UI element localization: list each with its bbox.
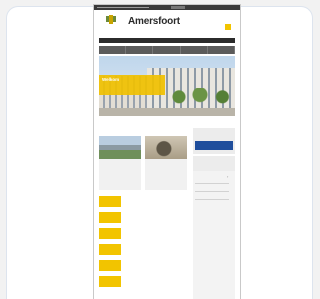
event-date (99, 196, 121, 207)
topbar-text (97, 7, 149, 8)
sidebar-promo-box (193, 128, 235, 154)
nav-item-4[interactable] (181, 46, 208, 54)
news-card[interactable] (145, 136, 187, 190)
sub-navigation-bar[interactable] (99, 38, 235, 43)
site-title: Amersfoort (128, 16, 180, 27)
nav-item-5[interactable] (208, 46, 236, 54)
event-date (99, 260, 121, 271)
nav-item-3[interactable] (153, 46, 181, 54)
news-image (99, 136, 141, 159)
event-item[interactable] (99, 228, 187, 240)
event-date (99, 276, 121, 287)
arrow-icon[interactable]: › (227, 175, 231, 179)
hero-title: Welkom (102, 77, 120, 82)
hero-ground (99, 108, 235, 116)
top-utility-bar (94, 5, 240, 10)
hero-caption-box[interactable]: Welkom (99, 75, 165, 95)
header-utility-text[interactable] (212, 18, 230, 22)
main-navigation (99, 46, 236, 54)
hero-trees (165, 88, 235, 110)
event-item[interactable] (99, 244, 187, 256)
nav-item-1[interactable] (99, 46, 127, 54)
news-text (147, 169, 185, 187)
event-item[interactable] (99, 212, 187, 224)
news-title (147, 162, 185, 168)
event-date (99, 244, 121, 255)
divider (195, 191, 229, 192)
topbar-button[interactable] (171, 6, 185, 9)
event-date (99, 212, 121, 223)
event-date (99, 228, 121, 239)
municipality-logo[interactable] (102, 15, 120, 31)
nav-item-2[interactable] (126, 46, 154, 54)
event-item[interactable] (99, 196, 187, 208)
search-button[interactable] (225, 24, 231, 30)
website-preview: Amersfoort Welkom › (94, 5, 240, 299)
divider (195, 199, 229, 200)
event-item[interactable] (99, 276, 187, 288)
news-section-label (99, 124, 129, 128)
crest-icon (106, 15, 116, 24)
news-card[interactable] (99, 136, 141, 190)
sidebar-list-box: › (193, 171, 235, 299)
news-title (101, 162, 139, 168)
divider (195, 183, 229, 184)
news-image (145, 136, 187, 159)
hero-text (102, 84, 162, 93)
hero-banner: Welkom (99, 56, 235, 116)
news-text (101, 169, 139, 187)
sidebar-promo-button[interactable] (195, 141, 233, 150)
event-item[interactable] (99, 260, 187, 272)
